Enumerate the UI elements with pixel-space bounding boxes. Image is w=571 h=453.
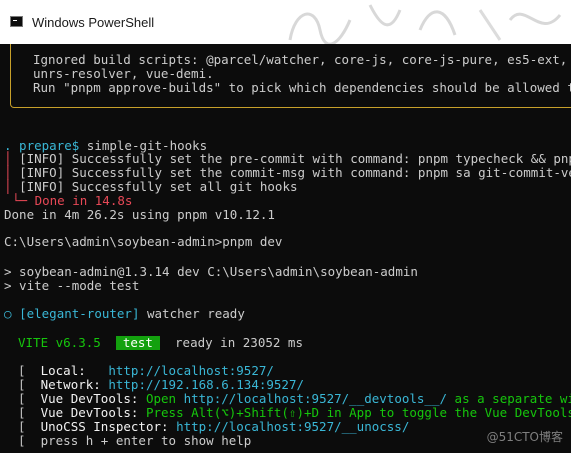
unocss-line: [ UnoCSS Inspector: http://localhost:952… — [18, 420, 409, 434]
box-line: unrs-resolver, vue-demi. — [33, 66, 214, 81]
local-line: [ Local: http://localhost:9527/ — [18, 364, 274, 378]
devtools-label: Vue DevTools: — [40, 405, 139, 420]
local-label: Local: — [40, 363, 86, 378]
help-text: press h + enter to show help — [40, 433, 252, 448]
unocss-url-link[interactable]: http://localhost:9527/__unocss/ — [176, 419, 409, 434]
terminal-output[interactable]: Ignored build scripts: @parcel/watcher, … — [0, 44, 571, 453]
window-title: Windows PowerShell — [32, 15, 155, 30]
router-status: watcher ready — [139, 306, 245, 321]
title-bar[interactable]: Windows PowerShell — [0, 0, 571, 44]
help-line: [ press h + enter to show help — [18, 434, 251, 448]
vite-version: VITE v6.3.5 — [18, 335, 101, 350]
prompt-line: C:\Users\admin\soybean-admin>pnpm dev — [4, 234, 283, 249]
mode-badge: test — [115, 336, 160, 350]
vite-ready-line: VITE v6.3.5 test ready in 23052 ms — [18, 336, 303, 350]
local-url-link[interactable]: http://localhost:9527/ — [108, 363, 274, 378]
arrow-icon: [ — [18, 405, 26, 420]
devtools-toggle-line: [ Vue DevTools: Press Alt(⌥)+Shift(⇧)+D … — [18, 406, 571, 420]
script-line: > soybean-admin@1.3.14 dev C:\Users\admi… — [4, 264, 418, 279]
watermark: @51CTO博客 — [486, 430, 563, 444]
box-line: Ignored build scripts: @parcel/watcher, … — [33, 52, 571, 67]
box-line: Run "pnpm approve-builds" to pick which … — [33, 80, 571, 95]
arrow-icon: [ — [18, 363, 26, 378]
powershell-icon — [10, 16, 23, 27]
network-label: Network: — [40, 377, 101, 392]
arrow-icon: [ — [18, 391, 26, 406]
devtools-shortcut: Press Alt(⌥)+Shift(⇧)+D in App to toggle… — [145, 405, 571, 420]
devtools-line: [ Vue DevTools: Open http://localhost:95… — [18, 391, 571, 406]
script-line: > vite --mode test — [4, 278, 140, 293]
info-line: │ [INFO] Successfully set all git hooks — [4, 179, 298, 194]
router-tag: [elegant-router] — [19, 306, 140, 321]
devtools-label: Vue DevTools: — [40, 391, 139, 406]
unocss-label: UnoCSS Inspector: — [40, 419, 169, 434]
background-decoration — [288, 4, 562, 44]
ready-time: ready in 23052 ms — [175, 335, 303, 350]
done-line: Done in 4m 26.2s using pnpm v10.12.1 — [4, 207, 275, 222]
devtools-url-link[interactable]: http://localhost:9527/__devtools__/ — [184, 391, 447, 406]
router-line: ○ [elegant-router] watcher ready — [4, 307, 245, 321]
arrow-icon: [ — [18, 377, 26, 392]
arrow-icon: [ — [18, 419, 26, 434]
router-bullet-icon: ○ — [4, 306, 12, 321]
inner-done-line: └─ Done in 14.8s — [12, 193, 133, 208]
info-line: │ [INFO] Successfully set the commit-msg… — [4, 165, 571, 180]
info-line: │ [INFO] Successfully set the pre-commit… — [4, 151, 571, 166]
arrow-icon: [ — [18, 433, 26, 448]
network-url-link[interactable]: http://192.168.6.134:9527/ — [108, 377, 304, 392]
network-line: [ Network: http://192.168.6.134:9527/ — [18, 378, 304, 392]
